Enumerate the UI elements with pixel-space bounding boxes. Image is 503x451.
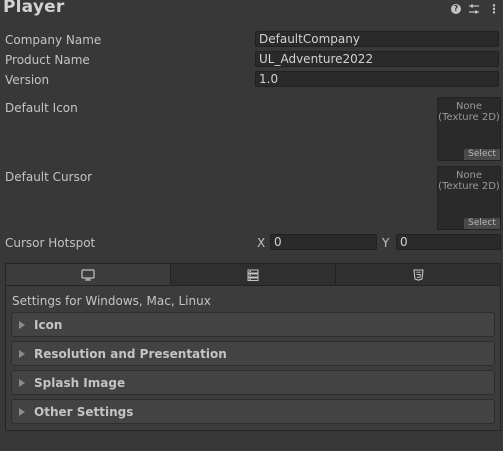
product-name-field[interactable]: UL_Adventure2022	[255, 51, 499, 67]
section-icon-foldout[interactable]: Icon	[11, 312, 495, 337]
presets-icon[interactable]	[468, 2, 480, 16]
cursor-hotspot-label: Cursor Hotspot	[5, 236, 96, 250]
player-settings-inspector: Player ? ⋮ Company Name DefaultCompany P…	[0, 0, 503, 451]
section-other-label: Other Settings	[34, 405, 134, 419]
hotspot-x-field[interactable]: 0	[270, 234, 377, 250]
section-icon-label: Icon	[34, 318, 63, 332]
default-cursor-label: Default Cursor	[5, 170, 93, 184]
section-resolution-label: Resolution and Presentation	[34, 347, 227, 361]
default-icon-none-line2: (Texture 2D)	[438, 112, 500, 123]
hotspot-y-label[interactable]: Y	[382, 236, 389, 250]
default-cursor-none-text: None (Texture 2D)	[438, 170, 500, 192]
tab-webgl[interactable]	[335, 264, 500, 285]
help-glyph: ?	[451, 4, 461, 14]
version-label: Version	[5, 73, 50, 87]
version-field[interactable]: 1.0	[255, 71, 499, 87]
expand-arrow-icon	[19, 350, 25, 358]
more-vertical-icon[interactable]: ⋮	[488, 2, 500, 16]
expand-arrow-icon	[19, 321, 25, 329]
default-cursor-texture-field[interactable]: None (Texture 2D) Select	[437, 166, 501, 230]
product-name-label: Product Name	[5, 53, 90, 67]
section-other-foldout[interactable]: Other Settings	[11, 399, 495, 424]
sliders-icon	[469, 4, 479, 14]
default-cursor-none-line1: None	[455, 170, 483, 181]
default-icon-none-text: None (Texture 2D)	[438, 101, 500, 123]
default-cursor-select-button[interactable]: Select	[464, 218, 500, 229]
section-splash-foldout[interactable]: Splash Image	[11, 370, 495, 395]
platform-tabs	[6, 264, 500, 286]
platform-settings-panel: Settings for Windows, Mac, Linux Icon Re…	[5, 263, 501, 431]
section-splash-label: Splash Image	[34, 376, 126, 390]
html5-icon	[412, 268, 424, 281]
tab-standalone[interactable]	[6, 264, 170, 285]
section-resolution-foldout[interactable]: Resolution and Presentation	[11, 341, 495, 366]
page-title: Player	[3, 0, 65, 17]
default-cursor-none-line2: (Texture 2D)	[438, 181, 500, 192]
default-icon-label: Default Icon	[5, 101, 78, 115]
expand-arrow-icon	[19, 379, 25, 387]
company-name-label: Company Name	[5, 33, 102, 47]
expand-arrow-icon	[19, 408, 25, 416]
default-icon-texture-field[interactable]: None (Texture 2D) Select	[437, 97, 501, 161]
default-icon-select-button[interactable]: Select	[464, 149, 500, 160]
default-icon-none-line1: None	[455, 101, 483, 112]
hotspot-y-field[interactable]: 0	[396, 234, 501, 250]
company-name-field[interactable]: DefaultCompany	[255, 31, 499, 47]
inspector-header: Player ? ⋮	[0, 0, 503, 20]
help-icon[interactable]: ?	[450, 2, 462, 16]
hotspot-x-label[interactable]: X	[257, 236, 265, 250]
monitor-icon	[81, 268, 95, 281]
platform-caption: Settings for Windows, Mac, Linux	[12, 294, 211, 308]
server-icon	[247, 269, 259, 281]
tab-server[interactable]	[170, 264, 335, 285]
